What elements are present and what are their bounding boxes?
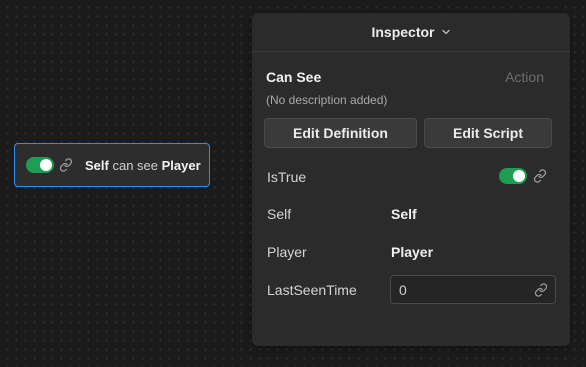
prop-value-self: Self [391,206,417,222]
inspector-panel: Inspector Can See Action (No description… [252,13,570,346]
node-label: Self can see Player [85,158,201,173]
prop-label-player: Player [267,244,307,260]
prop-label-istrue: IsTrue [267,169,307,185]
toggle-knob [513,170,525,182]
prop-label-lastseentime: LastSeenTime [267,282,357,298]
node-object: Player [161,157,201,173]
link-icon[interactable] [533,169,547,183]
graph-node-can-see[interactable]: Self can see Player [14,143,210,187]
edit-definition-button[interactable]: Edit Definition [264,118,417,148]
inspector-title: Inspector [371,24,435,40]
node-subject: Self [85,157,109,173]
chevron-down-icon [441,27,451,37]
node-enabled-toggle[interactable] [26,157,54,173]
inspector-header[interactable]: Inspector [252,13,570,52]
istrue-controls [499,168,547,184]
node-name: Can See [266,69,322,85]
node-verb: can see [112,157,159,173]
node-type-label: Action [505,69,544,85]
lastseentime-field[interactable] [390,275,556,304]
node-description: (No description added) [266,93,388,107]
edit-script-button[interactable]: Edit Script [424,118,552,148]
prop-label-self: Self [267,206,292,222]
toggle-knob [40,159,52,171]
link-icon[interactable] [59,158,73,172]
istrue-toggle[interactable] [499,168,527,184]
lastseentime-input[interactable] [399,281,534,298]
prop-value-player: Player [391,244,434,260]
link-icon[interactable] [534,282,548,297]
